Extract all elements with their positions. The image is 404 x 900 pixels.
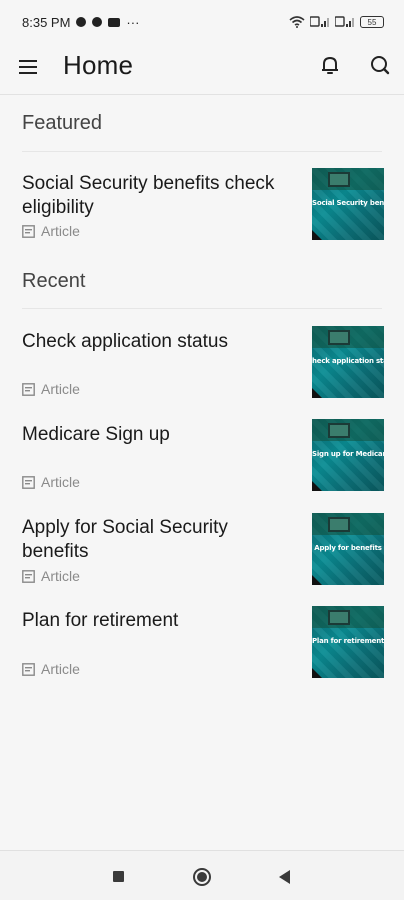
document-icon <box>22 662 35 676</box>
page-title: Home <box>63 50 134 80</box>
article-type: Article <box>41 661 80 677</box>
search-icon[interactable] <box>368 53 392 77</box>
messenger-status-icon <box>92 17 103 27</box>
article-meta: Article <box>22 661 80 677</box>
featured-divider <box>22 151 382 152</box>
thumbnail-caption: Sign up for Medicare <box>312 450 384 458</box>
article-type: Article <box>41 474 80 490</box>
recent-header: Recent <box>22 270 86 292</box>
article-meta: Article <box>22 381 80 397</box>
article-type: Article <box>41 223 80 239</box>
article-type: Article <box>41 381 80 397</box>
system-nav-bar <box>0 850 404 900</box>
youtube-status-icon <box>108 17 121 27</box>
document-icon <box>22 382 35 396</box>
article-thumbnail: Social Security benefit <box>312 168 384 240</box>
list-item-recent-3[interactable]: Plan for retirement Article Plan for ret… <box>0 598 404 686</box>
wifi-icon <box>289 16 305 28</box>
article-thumbnail: Sign up for Medicare <box>312 419 384 491</box>
recents-button[interactable] <box>113 871 124 882</box>
article-type: Article <box>41 568 80 584</box>
thumbnail-caption: Apply for benefits <box>314 544 382 552</box>
article-meta: Article <box>22 568 80 584</box>
list-item-recent-1[interactable]: Medicare Sign up Article Sign up for Med… <box>0 411 404 499</box>
bell-icon[interactable] <box>318 53 342 77</box>
article-title: Check application status <box>22 331 228 352</box>
list-item-featured[interactable]: Social Security benefits check eligibili… <box>0 160 404 250</box>
article-thumbnail: Apply for benefits <box>312 513 384 585</box>
status-right: 55 <box>289 16 384 28</box>
more-notifications-indicator: ··· <box>126 14 140 30</box>
article-thumbnail: Plan for retirement <box>312 606 384 678</box>
article-thumbnail: heck application statu <box>312 326 384 398</box>
thumbnail-caption: Plan for retirement <box>312 637 384 645</box>
article-meta: Article <box>22 223 80 239</box>
document-icon <box>22 224 35 238</box>
app-bar-divider <box>0 94 404 95</box>
signal-icon-2 <box>335 16 354 27</box>
menu-icon[interactable] <box>18 56 40 78</box>
list-item-recent-0[interactable]: Check application status Article heck ap… <box>0 318 404 406</box>
article-meta: Article <box>22 474 80 490</box>
battery-level: 55 <box>367 17 377 27</box>
thumbnail-caption: heck application statu <box>312 357 384 365</box>
battery-icon: 55 <box>360 16 384 28</box>
home-button[interactable] <box>193 868 211 886</box>
article-title: Social Security benefits check eligibili… <box>22 173 275 218</box>
signal-icon <box>310 16 329 27</box>
article-title: Plan for retirement <box>22 610 179 631</box>
status-bar: 8:35 PM ··· 55 <box>0 0 404 44</box>
thumbnail-caption: Social Security benefit <box>312 199 384 207</box>
settings-status-icon <box>76 17 87 27</box>
list-item-recent-2[interactable]: Apply for Social Security benefits Artic… <box>0 505 404 593</box>
app-bar: Home <box>0 44 404 94</box>
document-icon <box>22 475 35 489</box>
status-left: 8:35 PM ··· <box>22 15 139 30</box>
back-button[interactable] <box>279 870 290 884</box>
document-icon <box>22 569 35 583</box>
article-title: Apply for Social Security benefits <box>22 517 228 562</box>
status-time: 8:35 PM <box>22 14 71 30</box>
featured-header: Featured <box>22 112 103 134</box>
article-title: Medicare Sign up <box>22 424 170 445</box>
recent-divider <box>22 308 382 309</box>
